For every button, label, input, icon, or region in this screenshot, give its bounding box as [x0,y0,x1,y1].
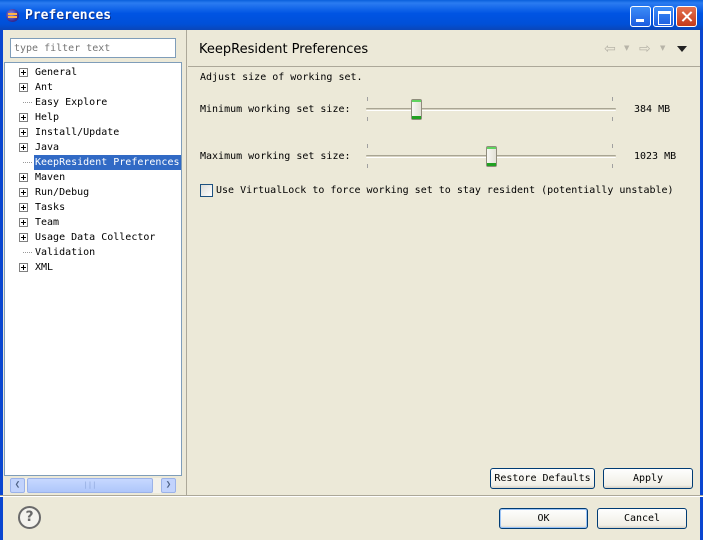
back-arrow-icon[interactable]: ⇦ [604,42,616,56]
tree-item-label: Install/Update [35,127,120,138]
expand-icon[interactable] [19,173,28,182]
expand-icon[interactable] [19,218,28,227]
virtuallock-label[interactable]: Use VirtualLock to force working set to … [216,185,674,196]
tree-item-label: Validation [35,247,96,258]
expand-icon[interactable] [19,113,28,122]
min-working-set-value: 384 MB [634,104,671,115]
expand-icon[interactable] [19,203,28,212]
slider-tick [612,144,613,148]
min-working-set-label: Minimum working set size: [200,104,351,115]
tree-item-label: Help [35,112,60,123]
max-working-set-label: Maximum working set size: [200,151,351,162]
expand-icon[interactable] [19,263,28,272]
expand-icon[interactable] [19,68,28,77]
title-bar[interactable]: Preferences [0,0,703,30]
tree-connector [23,252,32,253]
slider-tick [612,97,613,101]
window-border-left [0,30,3,540]
help-icon[interactable]: ? [18,506,41,529]
tree-connector [23,162,32,163]
tree-item-label: Tasks [35,202,66,213]
minimize-button[interactable] [630,6,651,27]
maximize-button[interactable] [653,6,674,27]
slider-tick [367,117,368,121]
apply-button[interactable]: Apply [603,468,693,489]
close-button[interactable] [676,6,697,27]
slider-tick [367,144,368,148]
tree-item-label: XML [35,262,54,273]
tree-item-label: Usage Data Collector [35,232,156,243]
slider-track [366,108,616,111]
slider-tick [612,117,613,121]
ok-button[interactable]: OK [499,508,588,529]
expand-icon[interactable] [19,233,28,242]
eclipse-icon [6,9,19,22]
slider-tick [612,164,613,168]
expand-icon[interactable] [19,128,28,137]
horizontal-scrollbar[interactable]: ❮ ||| ❯ [10,478,176,493]
scroll-right-icon[interactable]: ❯ [161,478,176,493]
tree-item-label: Run/Debug [35,187,90,198]
cancel-button[interactable]: Cancel [597,508,687,529]
tree-item-label: Easy Explore [35,97,108,108]
preference-tree[interactable]: General Ant Easy Explore Help Install/Up… [4,62,182,476]
slider-thumb[interactable] [486,146,497,167]
filter-input[interactable] [10,38,176,58]
max-working-set-slider[interactable] [366,144,616,168]
footer-divider-highlight [0,496,703,497]
min-working-set-slider[interactable] [366,97,616,121]
tree-item-label: Maven [35,172,66,183]
slider-thumb[interactable] [411,99,422,120]
forward-arrow-icon[interactable]: ⇨ [639,42,651,56]
tree-item-label: Java [35,142,60,153]
preference-navigation: General Ant Easy Explore Help Install/Up… [4,30,186,495]
virtuallock-checkbox[interactable] [200,184,213,197]
scroll-thumb[interactable]: ||| [27,478,153,493]
page-title: KeepResident Preferences [199,42,369,57]
back-dropdown-icon[interactable]: ▼ [624,44,629,52]
slider-tick [367,97,368,101]
expand-icon[interactable] [19,83,28,92]
expand-icon[interactable] [19,143,28,152]
max-working-set-value: 1023 MB [634,151,677,162]
view-menu-icon[interactable] [677,46,687,52]
tree-item-label: KeepResident Preferences [34,155,181,170]
tree-item-label: Ant [35,82,54,93]
window-title: Preferences [25,8,112,23]
scroll-left-icon[interactable]: ❮ [10,478,25,493]
tree-connector [23,102,32,103]
page-header: KeepResident Preferences ⇦ ▼ ⇨ ▼ [188,34,700,64]
tree-item-label: Team [35,217,60,228]
tree-item-label: General [35,67,78,78]
header-divider [188,66,700,67]
slider-tick [367,164,368,168]
page-description: Adjust size of working set. [200,72,363,83]
forward-dropdown-icon[interactable]: ▼ [660,44,665,52]
expand-icon[interactable] [19,188,28,197]
restore-defaults-button[interactable]: Restore Defaults [490,468,595,489]
panel-splitter[interactable] [186,30,187,495]
